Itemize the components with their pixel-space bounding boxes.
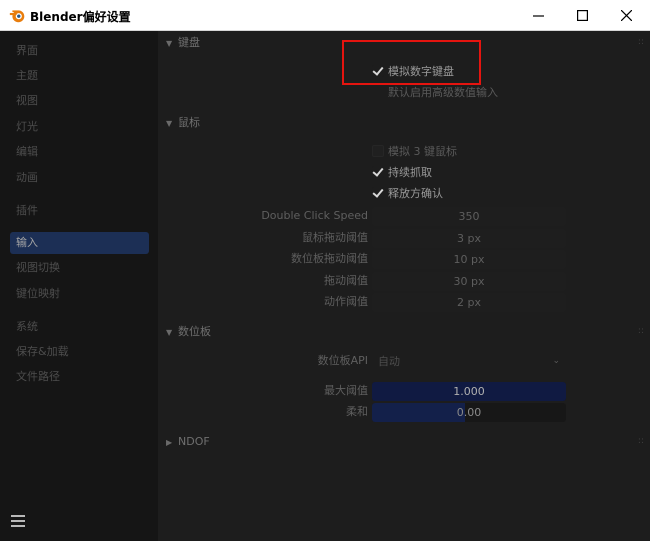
blender-logo-icon bbox=[9, 10, 25, 23]
double-click-speed-label: Double Click Speed bbox=[261, 209, 368, 222]
release-confirms-checkbox[interactable]: 释放方确认 bbox=[372, 185, 443, 203]
maximize-button[interactable] bbox=[560, 0, 604, 31]
max-threshold-slider[interactable]: 1.000 bbox=[372, 382, 566, 401]
continuous-grab-label: 持续抓取 bbox=[388, 166, 432, 179]
sidebar-item-addons[interactable]: 插件 bbox=[10, 200, 149, 222]
sidebar-item-input[interactable]: 输入 bbox=[10, 232, 149, 254]
checkbox-checked-icon bbox=[372, 166, 384, 178]
tablet-api-dropdown[interactable]: 自动 ⌄ bbox=[372, 352, 566, 371]
sidebar-item-animation[interactable]: 动画 bbox=[10, 167, 149, 189]
section-tablet-title: 数位板 bbox=[178, 325, 211, 338]
collapse-triangle-icon: ▼ bbox=[166, 119, 173, 128]
preferences-body: 界面 主题 视图 灯光 编辑 动画 插件 输入 视图切换 键位映射 系统 保存&… bbox=[0, 31, 650, 541]
maximize-icon bbox=[576, 10, 588, 21]
emulate-3-button-mouse-checkbox[interactable]: 模拟 3 键鼠标 bbox=[372, 143, 457, 161]
max-threshold-label: 最大阈值 bbox=[324, 384, 368, 397]
tablet-api-label: 数位板API bbox=[317, 354, 368, 367]
sidebar-item-file-paths[interactable]: 文件路径 bbox=[10, 366, 149, 388]
emulate-numpad-label: 模拟数字键盘 bbox=[388, 65, 454, 78]
drag-threshold-field[interactable]: 30 px bbox=[372, 272, 566, 291]
emulate-3-button-mouse-label: 模拟 3 键鼠标 bbox=[388, 145, 457, 158]
checkbox-checked-icon bbox=[372, 65, 384, 77]
drag-handle-icon[interactable]: :: bbox=[638, 436, 644, 446]
expand-triangle-icon: ▶ bbox=[166, 438, 173, 447]
hamburger-icon[interactable] bbox=[11, 515, 25, 527]
section-keyboard-title: 键盘 bbox=[178, 36, 200, 49]
sidebar-item-save-load[interactable]: 保存&加载 bbox=[10, 341, 149, 363]
settings-content: ▼ 键盘 :: 模拟数字键盘 默认启用高级数值输入 ▼ 鼠标 模拟 3 键鼠标 持续… bbox=[158, 31, 650, 541]
checkbox-checked-icon bbox=[372, 187, 384, 199]
section-tablet-header[interactable]: ▼ 数位板 bbox=[166, 324, 211, 340]
tablet-drag-threshold-field[interactable]: 10 px bbox=[372, 250, 566, 269]
section-mouse-header[interactable]: ▼ 鼠标 bbox=[166, 115, 200, 131]
mouse-drag-threshold-field[interactable]: 3 px bbox=[372, 229, 566, 248]
collapse-triangle-icon: ▼ bbox=[166, 39, 173, 48]
minimize-icon bbox=[532, 15, 544, 17]
softness-label: 柔和 bbox=[346, 405, 368, 418]
section-keyboard-header[interactable]: ▼ 键盘 bbox=[166, 35, 200, 51]
checkbox-unchecked-icon bbox=[372, 86, 384, 98]
release-confirms-label: 释放方确认 bbox=[388, 187, 443, 200]
default-advanced-numeric-input-checkbox[interactable]: 默认启用高级数值输入 bbox=[372, 84, 498, 102]
sidebar-item-keymap[interactable]: 键位映射 bbox=[10, 283, 149, 305]
softness-slider[interactable]: 0.00 bbox=[372, 403, 566, 422]
close-button[interactable] bbox=[604, 0, 648, 31]
minimize-button[interactable] bbox=[516, 0, 560, 31]
section-mouse-title: 鼠标 bbox=[178, 116, 200, 129]
sidebar-item-viewport[interactable]: 视图 bbox=[10, 90, 149, 112]
sidebar-item-themes[interactable]: 主题 bbox=[10, 65, 149, 87]
continuous-grab-checkbox[interactable]: 持续抓取 bbox=[372, 164, 432, 182]
motion-threshold-field[interactable]: 2 px bbox=[372, 293, 566, 312]
drag-handle-icon[interactable]: :: bbox=[638, 326, 644, 336]
collapse-triangle-icon: ▼ bbox=[166, 328, 173, 337]
close-icon bbox=[620, 10, 632, 21]
drag-handle-icon[interactable]: :: bbox=[638, 37, 644, 47]
drag-threshold-label: 拖动阈值 bbox=[324, 274, 368, 287]
default-advanced-numeric-input-label: 默认启用高级数值输入 bbox=[388, 86, 498, 99]
window-title: Blender偏好设置 bbox=[30, 10, 131, 24]
sidebar-item-system[interactable]: 系统 bbox=[10, 316, 149, 338]
title-bar: Blender偏好设置 bbox=[0, 0, 650, 31]
sidebar-item-interface[interactable]: 界面 bbox=[10, 40, 149, 62]
chevron-down-icon: ⌄ bbox=[552, 356, 560, 366]
sidebar-item-editing[interactable]: 编辑 bbox=[10, 141, 149, 163]
tablet-api-value: 自动 bbox=[378, 355, 400, 368]
checkbox-unchecked-icon bbox=[372, 145, 384, 157]
motion-threshold-label: 动作阈值 bbox=[324, 295, 368, 308]
section-ndof-title: NDOF bbox=[178, 435, 210, 448]
section-ndof-header[interactable]: ▶ NDOF bbox=[166, 434, 210, 450]
sidebar: 界面 主题 视图 灯光 编辑 动画 插件 输入 视图切换 键位映射 系统 保存&… bbox=[0, 31, 158, 541]
sidebar-item-navigation[interactable]: 视图切换 bbox=[10, 257, 149, 279]
double-click-speed-field[interactable]: 350 bbox=[372, 207, 566, 226]
tablet-drag-threshold-label: 数位板拖动阈值 bbox=[291, 252, 368, 265]
softness-value: 0.00 bbox=[456, 406, 482, 419]
mouse-drag-threshold-label: 鼠标拖动阈值 bbox=[302, 231, 368, 244]
max-threshold-value: 1.000 bbox=[453, 385, 485, 398]
emulate-numpad-checkbox[interactable]: 模拟数字键盘 bbox=[372, 63, 454, 81]
sidebar-item-lights[interactable]: 灯光 bbox=[10, 116, 149, 138]
